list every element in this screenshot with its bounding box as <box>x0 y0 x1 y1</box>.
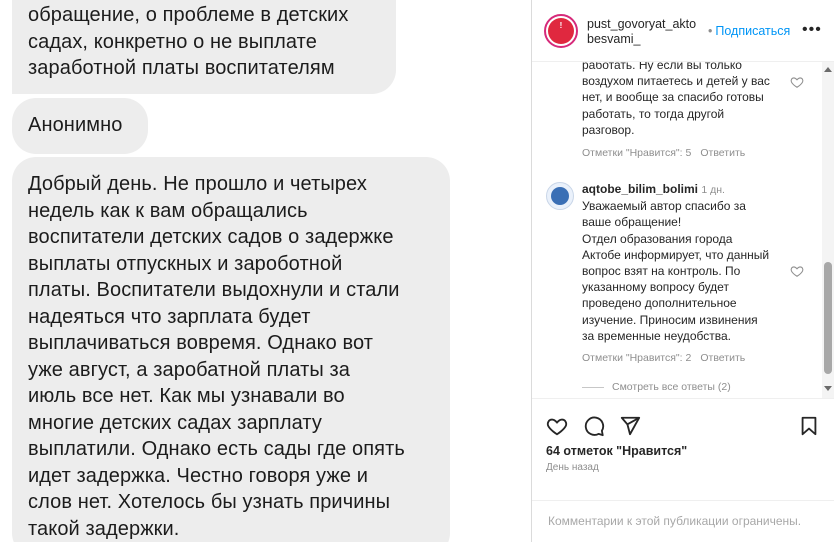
comment-line: Актобе информирует, что данный <box>582 247 770 262</box>
comment-text: aqtobe_bilim_bolimi 1 дн. Уважаемый авто… <box>582 181 772 344</box>
comment-line: указанному вопросу будет <box>582 280 729 295</box>
chat-line: недель как к вам обращались <box>28 199 308 222</box>
comment-meta: Отметки "Нравится": 5 Ответить <box>582 147 754 159</box>
chat-line: июль все нет. Как мы узнавали во <box>28 385 345 407</box>
comment-line: ваше обращение! <box>582 215 682 230</box>
commenter-avatar[interactable] <box>546 182 574 210</box>
comment-line: работать, то тогда другой <box>582 106 725 121</box>
follow-label: Подписаться <box>715 24 791 38</box>
comment-line: проведено дополнительное <box>582 296 737 311</box>
chat-line: заработной платы воспитателям <box>28 57 335 79</box>
follow-button[interactable]: • Подписаться <box>708 24 790 38</box>
comment-line: за временные неудобства. <box>582 328 731 343</box>
divider <box>582 386 604 388</box>
chat-line: выплатили. Однако есть сады где опять <box>28 438 405 460</box>
share-paper-plane-icon[interactable] <box>619 415 641 437</box>
post-side-panel: ! pust_govoryat_akto besvami_ • Подписать… <box>531 0 834 542</box>
chat-line: выплаты отпускных и зароботной <box>28 252 343 275</box>
comment-line: вопрос взят на контроль. По <box>582 264 741 279</box>
comment-line: работать. Ну если вы только <box>582 62 742 72</box>
view-replies-label: Смотреть все ответы (2) <box>612 381 731 393</box>
post-date[interactable]: День назад <box>546 462 599 473</box>
commenter-username[interactable]: aqtobe_bilim_bolimi <box>582 182 698 196</box>
comment-meta: Отметки "Нравится": 2 Ответить <box>582 352 754 364</box>
comment-footer: Комментарии к этой публикации ограничены… <box>532 500 834 542</box>
comments-restricted-notice: Комментарии к этой публикации ограничены… <box>548 514 802 528</box>
chat-line: Добрый день. Не прошло и четырех <box>28 173 367 195</box>
chat-line: многие детских садах зарплату <box>28 411 322 434</box>
comment-line: изучение. Приносим извинения <box>582 312 758 327</box>
username-line: pust_govoryat_akto <box>587 17 697 31</box>
reply-button[interactable]: Ответить <box>700 147 745 159</box>
scrollbar-thumb[interactable] <box>824 262 832 374</box>
comment-line: Уважаемый автор спасибо за <box>582 199 746 214</box>
comment-header: aqtobe_bilim_bolimi 1 дн. <box>582 181 772 198</box>
comments-list: работать. Ну если вы только воздухом пит… <box>532 62 834 398</box>
comment-line: воздухом питаетесь и детей у вас <box>582 74 770 89</box>
comment-line: Отдел образования города <box>582 231 733 246</box>
view-replies-button[interactable]: Смотреть все ответы (2) <box>582 381 731 393</box>
post-image: обращение, о проблеме в детских садах, к… <box>0 0 531 542</box>
chat-line: обращение, о проблеме в детских <box>28 4 349 26</box>
scroll-up-arrow-icon[interactable] <box>824 67 832 72</box>
chat-line: идет задержка. Честно говоря уже и <box>28 464 369 487</box>
like-comment-heart-icon[interactable] <box>790 75 804 89</box>
separator-dot: • <box>708 24 713 38</box>
save-bookmark-icon[interactable] <box>798 415 820 437</box>
author-avatar[interactable]: ! <box>544 14 578 48</box>
comment-likes-count[interactable]: Отметки "Нравится": 2 <box>582 352 691 364</box>
chat-line: воспитатели детских садов о задержке <box>28 226 394 248</box>
likes-count[interactable]: 64 отметок "Нравится" <box>546 444 687 458</box>
author-username[interactable]: pust_govoryat_akto besvami_ <box>587 17 707 47</box>
comment-text: работать. Ну если вы только воздухом пит… <box>582 62 772 138</box>
chat-line: платы. Воспитатели выдохнули и стали <box>28 279 400 301</box>
post-actions: 64 отметок "Нравится" День назад <box>532 398 834 488</box>
chat-line: уже август, а заробатной платы за <box>28 358 350 381</box>
chat-line: слов нет. Хотелось бы узнать причины <box>28 491 391 513</box>
comment-bubble-icon[interactable] <box>583 415 605 437</box>
like-heart-icon[interactable] <box>546 415 568 437</box>
chat-bubble-1: обращение, о проблеме в детских садах, к… <box>12 0 396 94</box>
chat-line: выплачиваться вовремя. Однако вот <box>28 332 374 354</box>
more-options-icon[interactable]: ••• <box>802 21 822 39</box>
comment-line: нет, и вообще за спасибо готовы <box>582 90 764 105</box>
comment-line: разговор. <box>582 122 635 137</box>
chat-line: надеяться что зарплата будет <box>28 305 311 328</box>
logo-icon: ! <box>548 18 574 44</box>
comment-time[interactable]: 1 дн. <box>701 184 725 196</box>
org-logo-icon <box>551 187 569 205</box>
post-header: ! pust_govoryat_akto besvami_ • Подписать… <box>532 0 834 62</box>
like-comment-heart-icon[interactable] <box>790 264 804 278</box>
chat-line: Анонимно <box>28 114 123 136</box>
comments-scrollbar[interactable] <box>822 62 834 398</box>
comment-likes-count[interactable]: Отметки "Нравится": 5 <box>582 147 691 159</box>
username-line: besvami_ <box>587 32 641 46</box>
reply-button[interactable]: Ответить <box>700 352 745 364</box>
chat-bubble-anonymous: Анонимно <box>12 98 148 154</box>
chat-bubble-message: Добрый день. Не прошло и четырех недель … <box>12 157 450 542</box>
chat-line: такой задержки. <box>28 517 180 540</box>
scroll-down-arrow-icon[interactable] <box>824 386 832 391</box>
chat-line: садах, конкретно о не выплате <box>28 30 317 53</box>
